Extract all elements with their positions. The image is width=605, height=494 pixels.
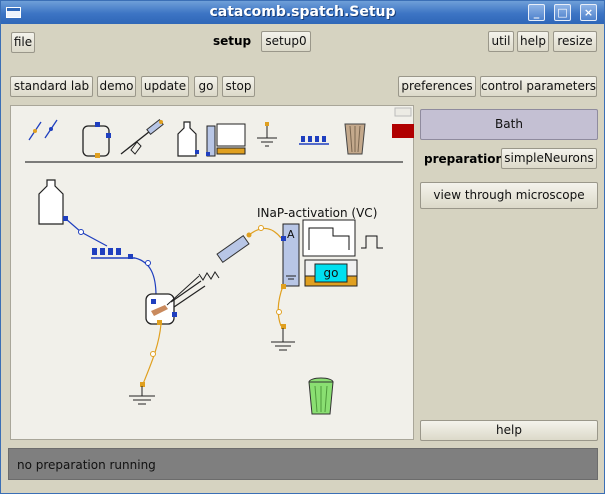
computer-oscilloscope[interactable]: go: [302, 219, 358, 287]
palette-scroll-handle[interactable]: [394, 107, 412, 117]
experiment-label: INaP-activation (VC): [257, 206, 377, 220]
setup-select[interactable]: setup0: [261, 31, 311, 52]
stop-button[interactable]: stop: [222, 76, 255, 97]
status-text: no preparation running: [17, 458, 156, 472]
trash-bin-icon[interactable]: [344, 123, 366, 155]
file-button[interactable]: file: [11, 32, 35, 53]
bath-button[interactable]: Bath: [420, 109, 598, 140]
ground-symbol-2[interactable]: [129, 386, 155, 405]
util-button[interactable]: util: [488, 31, 514, 52]
help-button-top[interactable]: help: [517, 31, 549, 52]
ground-symbol[interactable]: [271, 328, 295, 351]
bottle-icon[interactable]: [177, 121, 199, 157]
electrode-pair-icon[interactable]: [28, 119, 58, 141]
go-button[interactable]: go: [194, 76, 218, 97]
perfusion-bottle[interactable]: [38, 179, 68, 225]
go-display-label: go: [324, 266, 339, 280]
recording-pipette[interactable]: [166, 232, 252, 308]
amplifier-computer-icon[interactable]: [206, 123, 246, 157]
manifold-icon[interactable]: [299, 136, 329, 145]
protocol-pulse-icon[interactable]: [361, 235, 383, 249]
standard-lab-button[interactable]: standard lab: [10, 76, 93, 97]
recording-chamber[interactable]: [145, 293, 177, 325]
setup-label: setup: [213, 34, 252, 48]
preparation-select[interactable]: simpleNeurons: [501, 148, 597, 169]
demo-button[interactable]: demo: [97, 76, 136, 97]
update-button[interactable]: update: [141, 76, 189, 97]
waste-bin[interactable]: [308, 377, 334, 415]
view-through-microscope-button[interactable]: view through microscope: [420, 182, 598, 209]
tubing-manifold[interactable]: [91, 248, 135, 259]
maximize-icon[interactable]: □: [554, 4, 571, 21]
preparation-label: preparation: [424, 152, 504, 166]
amplifier[interactable]: A: [281, 223, 300, 289]
control-parameters-button[interactable]: control parameters: [480, 76, 597, 97]
help-button-panel[interactable]: help: [420, 420, 598, 441]
svg-text:A: A: [287, 228, 295, 241]
status-bar: no preparation running: [8, 448, 598, 480]
cell-chamber-icon[interactable]: [82, 122, 111, 158]
red-indicator: [392, 124, 414, 138]
application-window: catacomb.spatch.Setup _ □ × file setup s…: [0, 0, 605, 494]
ground-icon[interactable]: [257, 122, 277, 147]
title-bar[interactable]: catacomb.spatch.Setup _ □ ×: [1, 1, 604, 24]
close-icon[interactable]: ×: [580, 4, 597, 21]
preferences-button[interactable]: preferences: [398, 76, 476, 97]
window-title: catacomb.spatch.Setup: [209, 4, 396, 20]
workbench-canvas[interactable]: INaP-activation (VC) A go: [10, 105, 414, 440]
resize-button[interactable]: resize: [553, 31, 597, 52]
pipette-icon[interactable]: [120, 119, 164, 155]
minimize-icon[interactable]: _: [528, 4, 545, 21]
